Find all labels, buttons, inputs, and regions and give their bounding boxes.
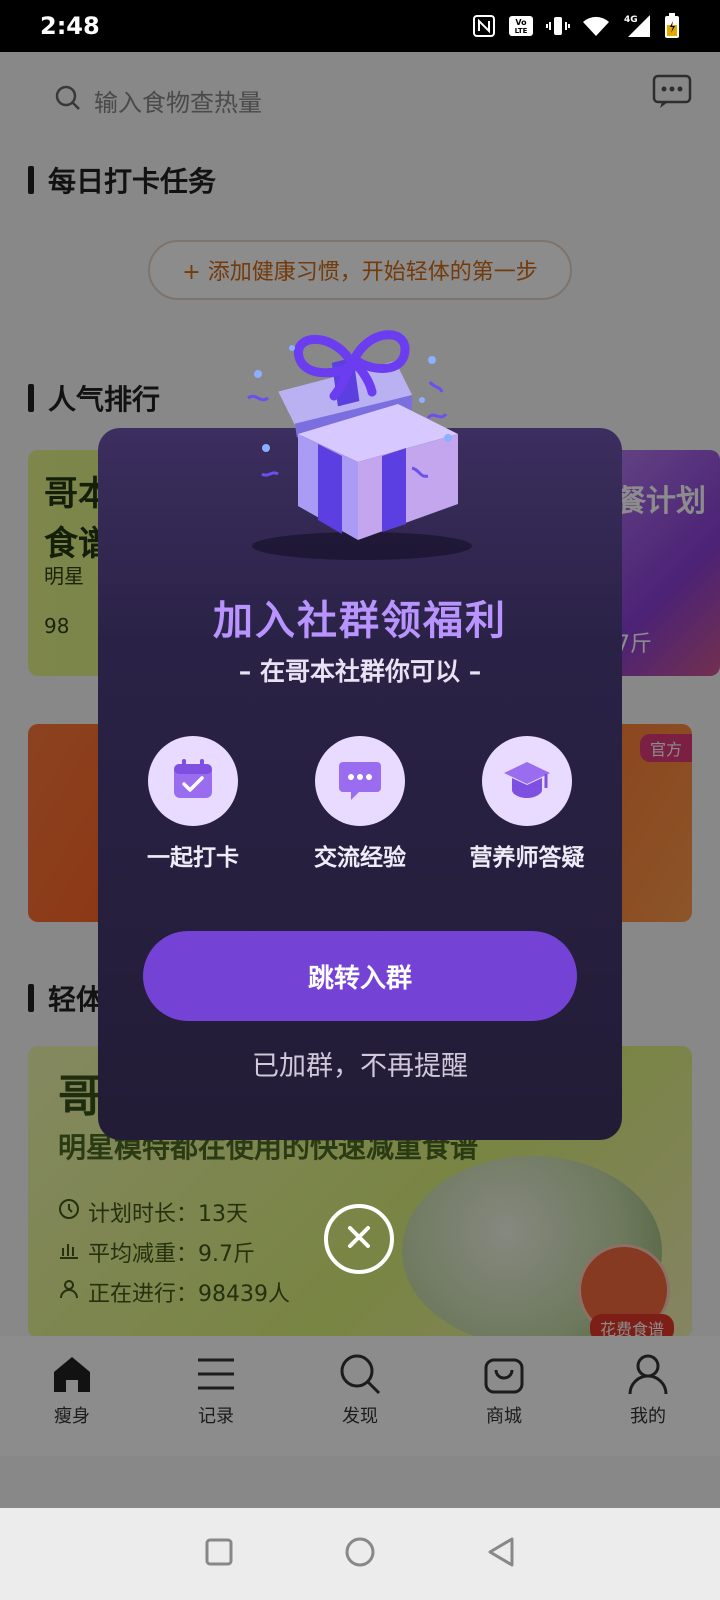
join-group-button[interactable]: 跳转入群 [143, 931, 577, 1021]
gift-box-illustration [232, 318, 492, 568]
feature-nutritionist: 营养师答疑 [452, 736, 602, 872]
feature-exchange: 交流经验 [285, 736, 435, 872]
home-circle-icon[interactable] [344, 1536, 376, 1572]
modal-title: 加入社群领福利 [213, 598, 507, 644]
dismiss-link[interactable]: 已加群，不再提醒 [98, 1044, 622, 1083]
chat-bubble-icon [337, 756, 383, 806]
system-nav-bar [0, 1508, 720, 1600]
close-icon [343, 1221, 375, 1257]
battery-icon [664, 13, 680, 39]
modal-subtitle: – 在哥本社群你可以 – [238, 657, 482, 686]
svg-text:LTE: LTE [515, 27, 528, 35]
status-bar: 2:48 Vo LTE 4G [0, 0, 720, 52]
feature-label: 交流经验 [314, 845, 406, 871]
feature-label: 营养师答疑 [469, 845, 585, 871]
feature-label: 一起打卡 [147, 845, 239, 871]
status-time: 2:48 [40, 12, 100, 40]
svg-text:Vo: Vo [515, 18, 527, 27]
svg-text:4G: 4G [624, 15, 638, 25]
feature-icon-circle [148, 736, 238, 826]
feature-icon-circle [482, 736, 572, 826]
vibrate-icon [546, 14, 570, 38]
signal-4g-icon: 4G [622, 13, 652, 39]
recents-icon[interactable] [204, 1537, 234, 1571]
close-modal-button[interactable] [324, 1204, 394, 1274]
volte-icon: Vo LTE [508, 14, 534, 38]
back-triangle-icon[interactable] [486, 1536, 516, 1572]
status-icons: Vo LTE 4G [472, 13, 680, 39]
graduation-cap-icon [502, 756, 552, 806]
calendar-check-icon [170, 756, 216, 806]
feature-icon-circle [315, 736, 405, 826]
nfc-icon [472, 14, 496, 38]
feature-checkin: 一起打卡 [118, 736, 268, 872]
wifi-icon [582, 14, 610, 38]
